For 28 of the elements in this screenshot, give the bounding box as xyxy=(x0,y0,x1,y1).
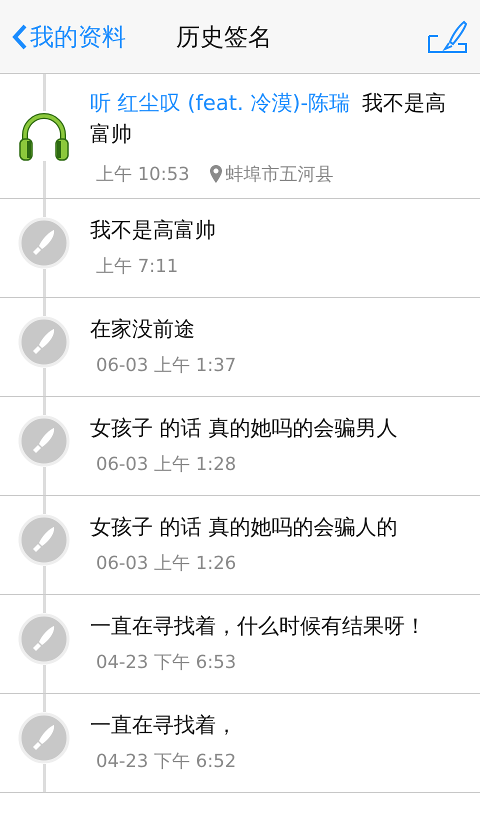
signature-text: 一直在寻找着，什么时候有结果呀！ xyxy=(90,613,427,640)
post-time: 06-03 上午 1:28 xyxy=(96,453,236,476)
post-time: 上午 7:11 xyxy=(96,255,178,278)
signature-text: 一直在寻找着， xyxy=(90,712,238,739)
headphones-icon xyxy=(19,111,69,161)
signature-text: 我不是高富帅 xyxy=(90,217,217,244)
pen-nib-icon xyxy=(18,712,70,764)
pen-nib-icon xyxy=(18,514,70,566)
pen-nib-icon xyxy=(18,316,70,368)
page-title: 历史签名 xyxy=(176,22,273,52)
signature-text: 女孩子 的话 真的她吗的会骗人的 xyxy=(90,514,398,541)
signature-text: 听 红尘叹 (feat. 冷漠)-陈瑞 我不是高富帅 xyxy=(90,90,448,148)
song-link[interactable]: 听 红尘叹 (feat. 冷漠)-陈瑞 xyxy=(90,91,350,115)
post-time: 上午 10:53 xyxy=(96,163,190,186)
write-signature-button[interactable] xyxy=(428,20,468,54)
back-chevron-icon xyxy=(12,24,28,50)
signature-text: 在家没前途 xyxy=(90,316,196,343)
pen-nib-icon xyxy=(18,415,70,467)
post-time: 04-23 下午 6:53 xyxy=(96,651,236,674)
pen-nib-icon xyxy=(18,217,70,269)
post-time: 06-03 上午 1:26 xyxy=(96,552,236,575)
location-pin-icon xyxy=(210,165,222,183)
post-time: 06-03 上午 1:37 xyxy=(96,354,236,377)
back-link[interactable]: 我的资料 xyxy=(12,20,126,52)
post-time: 04-23 下午 6:52 xyxy=(96,750,236,773)
signature-text: 女孩子 的话 真的她吗的会骗男人 xyxy=(90,415,398,442)
location-text: 蚌埠市五河县 xyxy=(226,163,334,186)
pen-nib-icon xyxy=(18,613,70,665)
